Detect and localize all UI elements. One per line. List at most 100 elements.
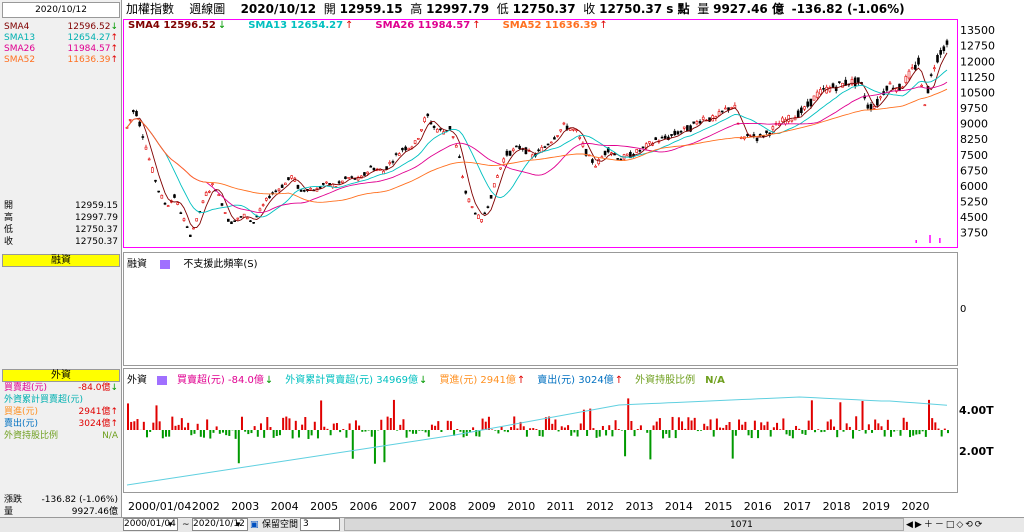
sma-label: SMA13 bbox=[4, 33, 36, 43]
arrow-up-icon: ↑ bbox=[110, 407, 118, 417]
margin-axis-label: 0 bbox=[960, 304, 967, 315]
net-buy-bar bbox=[282, 417, 285, 430]
horizontal-scrollbar[interactable] bbox=[344, 518, 904, 531]
candle-body bbox=[635, 149, 639, 153]
net-buy-bar bbox=[532, 428, 535, 430]
candle-body bbox=[692, 121, 696, 124]
net-buy-bar bbox=[655, 421, 658, 430]
candle-body bbox=[819, 89, 822, 95]
x-tick-label: 2002 bbox=[192, 500, 220, 513]
x-tick-label: 2019 bbox=[862, 500, 890, 513]
candle-body bbox=[781, 117, 784, 122]
net-buy-bar bbox=[614, 420, 617, 430]
net-buy-bar bbox=[180, 418, 183, 430]
candle-body bbox=[176, 202, 179, 205]
net-buy-bar bbox=[491, 429, 494, 430]
net-sell-bar bbox=[199, 430, 202, 437]
candle-body bbox=[454, 145, 458, 148]
net-sell-bar bbox=[586, 430, 589, 436]
candle-body bbox=[160, 194, 164, 199]
range-tilde: ~ bbox=[182, 520, 190, 530]
x-tick-label: 2003 bbox=[231, 500, 259, 513]
candle-body bbox=[546, 143, 550, 146]
net-buy-bar bbox=[931, 418, 934, 430]
calendar-icon[interactable]: ▾ bbox=[168, 518, 173, 532]
candle-body bbox=[619, 158, 623, 161]
net-buy-bar bbox=[386, 416, 389, 430]
net-sell-bar bbox=[440, 430, 443, 432]
net-sell-bar bbox=[747, 430, 750, 436]
net-buy-bar bbox=[687, 417, 690, 430]
candle-body bbox=[758, 133, 762, 136]
net-sell-bar bbox=[858, 430, 861, 431]
net-buy-bar bbox=[905, 421, 908, 430]
list-icon[interactable] bbox=[160, 259, 171, 269]
keep-space-label: 保留空間 bbox=[262, 520, 299, 530]
low-label: 低 bbox=[496, 2, 509, 16]
candle-body bbox=[480, 219, 483, 223]
sma-line-sma13 bbox=[126, 69, 948, 218]
high-value: 12997.79 bbox=[426, 2, 490, 16]
candle-body bbox=[189, 234, 192, 237]
ohlc-row: 低 12750.37 bbox=[4, 224, 120, 236]
net-sell-bar bbox=[503, 430, 506, 432]
header-date: 2020/10/12 bbox=[240, 2, 317, 16]
sma-value: 12654.27↑ bbox=[67, 33, 119, 43]
net-buy-bar bbox=[652, 425, 655, 430]
net-buy-bar bbox=[392, 399, 395, 430]
net-sell-bar bbox=[307, 430, 310, 439]
net-buy-bar bbox=[544, 417, 547, 430]
candle-body bbox=[939, 50, 942, 55]
candle-body bbox=[796, 110, 800, 118]
foreign-chart[interactable]: 4.00T 2.00T bbox=[124, 385, 1024, 493]
foreign-label: 外資累計買賣超(元) bbox=[4, 395, 84, 405]
net-buy-bar bbox=[389, 418, 392, 430]
net-sell-bar bbox=[541, 430, 544, 437]
candle-body bbox=[866, 104, 870, 109]
volume-mark bbox=[939, 238, 941, 243]
net-buy-bar bbox=[206, 419, 209, 430]
net-sell-bar bbox=[750, 430, 753, 439]
zoom-controls[interactable]: ◀▶＋－□◇⟲⟳ bbox=[906, 518, 984, 532]
net-buy-bar bbox=[772, 427, 775, 430]
keep-space-input[interactable]: 3 bbox=[300, 518, 340, 531]
net-sell-bar bbox=[649, 430, 652, 460]
foreign-label: 賣出(元) bbox=[4, 419, 39, 429]
sma-row: SMA4 12596.52↓ bbox=[4, 22, 120, 33]
candle-body bbox=[625, 153, 629, 156]
volume-mark bbox=[915, 240, 917, 243]
net-buy-bar bbox=[617, 429, 620, 430]
net-sell-bar bbox=[804, 430, 807, 435]
net-buy-bar bbox=[807, 420, 810, 430]
foreign-value: 2941億↑ bbox=[78, 407, 118, 417]
net-buy-bar bbox=[437, 421, 440, 430]
calendar-icon[interactable]: ▾ bbox=[236, 518, 241, 532]
arrow-up-icon: ↑ bbox=[110, 44, 118, 54]
candle-body bbox=[138, 121, 141, 127]
candle-body bbox=[553, 137, 556, 140]
net-sell-bar bbox=[769, 430, 772, 437]
net-buy-bar bbox=[817, 429, 820, 430]
candle-body bbox=[660, 136, 664, 139]
net-sell-bar bbox=[212, 430, 215, 433]
open-label: 開 bbox=[323, 2, 336, 16]
net-sell-bar bbox=[364, 430, 367, 432]
candle-body bbox=[363, 172, 366, 176]
candle-body bbox=[556, 135, 559, 137]
candle-body bbox=[277, 188, 281, 191]
net-buy-bar bbox=[332, 423, 335, 430]
candle-body bbox=[128, 119, 132, 121]
net-buy-bar bbox=[845, 423, 848, 430]
candle-body bbox=[249, 220, 252, 223]
candle-body bbox=[502, 158, 506, 163]
candle-body bbox=[591, 159, 594, 163]
x-tick-label: 2004 bbox=[271, 500, 299, 513]
net-sell-bar bbox=[620, 430, 623, 431]
price-chart[interactable]: 13500 12750 12000 11250 10500 9750 9000 8250 750… bbox=[124, 20, 1024, 248]
net-sell-bar bbox=[370, 430, 373, 437]
candle-body bbox=[888, 82, 892, 85]
net-sell-bar bbox=[611, 430, 614, 437]
net-buy-bar bbox=[934, 422, 937, 430]
net-sell-bar bbox=[367, 430, 370, 431]
list-icon[interactable] bbox=[157, 375, 167, 385]
